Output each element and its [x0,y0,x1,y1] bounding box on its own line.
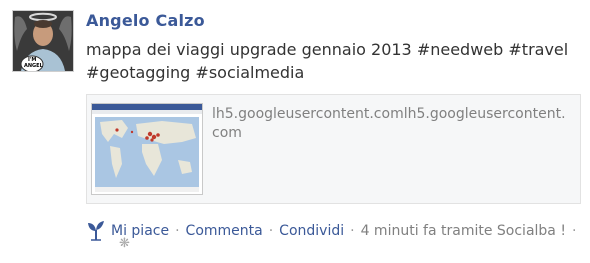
like-sprout-icon [86,219,106,241]
link-preview-card[interactable]: lh5.googleusercontent.comlh5.googleuserc… [86,94,581,204]
author-avatar[interactable]: I'M ANGEL [12,10,74,72]
separator: · [350,223,355,239]
post-message: mappa dei viaggi upgrade gennaio 2013 #n… [86,40,569,82]
separator: · [571,223,577,239]
post-action-bar: Mi piace · Commenta · Condividi · 4 minuti fa … [86,219,586,241]
gear-icon[interactable]: ❋ [119,236,130,251]
author-name-link[interactable]: Angelo Calzo [86,11,205,30]
post-timestamp[interactable]: 4 minuti fa tramite Socialba ! [361,223,566,239]
avatar-badge-line2: ANGEL [24,63,43,69]
share-button[interactable]: Condividi [279,223,344,239]
map-thumbnail[interactable] [91,103,203,195]
separator: · [268,223,274,239]
link-preview-url[interactable]: lh5.googleusercontent.comlh5.googleuserc… [212,105,572,143]
map-thumbnail-image [92,104,202,194]
avatar-image [13,11,73,71]
comment-button[interactable]: Commenta [186,223,263,239]
separator: · [175,223,180,239]
